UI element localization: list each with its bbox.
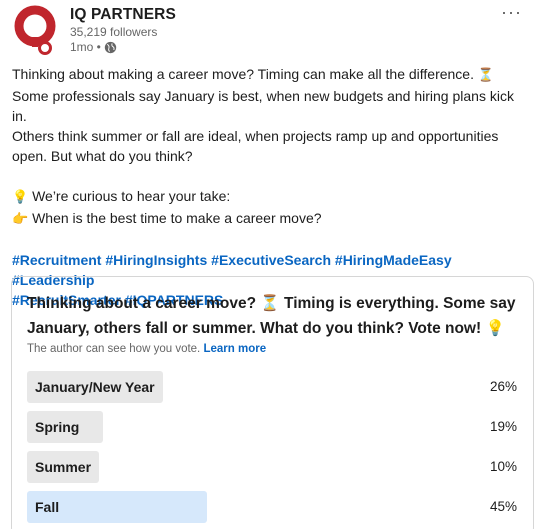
post-line: open. But what do you think? <box>12 148 193 164</box>
company-name[interactable]: IQ PARTNERS <box>70 6 176 24</box>
poll-note-text: The author can see how you vote. <box>27 343 201 355</box>
poll-option-label: Fall <box>35 499 60 515</box>
post-text: Thinking about making a career move? Tim… <box>12 66 474 82</box>
hashtag-link[interactable]: #HiringInsights <box>105 252 207 268</box>
more-options-button[interactable]: ··· <box>501 2 522 23</box>
post-time: 1mo • <box>70 40 101 54</box>
poll-option-january[interactable]: January/New Year 26% <box>27 371 517 403</box>
hashtag-link[interactable]: #HiringMadeEasy <box>335 252 452 268</box>
poll-option-percent: 10% <box>489 459 517 474</box>
poll-card: Thinking about a career move? ⏳ Timing i… <box>11 276 534 529</box>
post-text: We’re curious to hear your take: <box>32 188 231 204</box>
post-meta: 1mo • <box>70 40 117 54</box>
post-text: When is the best time to make a career m… <box>32 210 322 226</box>
poll-option-fall[interactable]: Fall 45% <box>27 491 517 523</box>
poll-option-percent: 45% <box>489 499 517 514</box>
hashtag-link[interactable]: #Recruitment <box>12 252 101 268</box>
globe-icon <box>104 41 117 53</box>
post-body: Thinking about making a career move? Tim… <box>12 64 528 310</box>
poll-option-label: January/New Year <box>35 379 155 395</box>
post-line: 💡 We’re curious to hear your take: <box>12 186 528 208</box>
poll-question-line: Thinking about a career move? ⏳ Timing i… <box>27 295 516 312</box>
pointing-hand-icon: 👉 <box>12 212 29 227</box>
poll-privacy-note: The author can see how you vote. Learn m… <box>27 343 266 355</box>
follower-count: 35,219 followers <box>70 25 158 39</box>
poll-option-spring[interactable]: Spring 19% <box>27 411 517 443</box>
hourglass-icon: ⏳ <box>477 68 495 83</box>
poll-question: Thinking about a career move? ⏳ Timing i… <box>27 291 522 341</box>
poll-option-percent: 26% <box>489 379 517 394</box>
poll-option-label: Summer <box>35 459 92 475</box>
lightbulb-icon: 💡 <box>12 190 29 205</box>
learn-more-link[interactable]: Learn more <box>203 343 266 355</box>
company-logo-icon[interactable] <box>12 4 58 56</box>
post-line: Some professionals say January is best, … <box>12 88 514 124</box>
hashtag-link[interactable]: #ExecutiveSearch <box>211 252 331 268</box>
poll-option-label: Spring <box>35 419 80 435</box>
post-header: IQ PARTNERS 35,219 followers 1mo • ··· <box>0 0 536 60</box>
post-line: 👉 When is the best time to make a career… <box>12 208 528 230</box>
poll-option-percent: 19% <box>489 419 517 434</box>
poll-question-line: January, others fall or summer. What do … <box>27 320 505 337</box>
post-line: Others think summer or fall are ideal, w… <box>12 128 499 144</box>
poll-option-summer[interactable]: Summer 10% <box>27 451 517 483</box>
post-line: Thinking about making a career move? Tim… <box>12 64 528 86</box>
